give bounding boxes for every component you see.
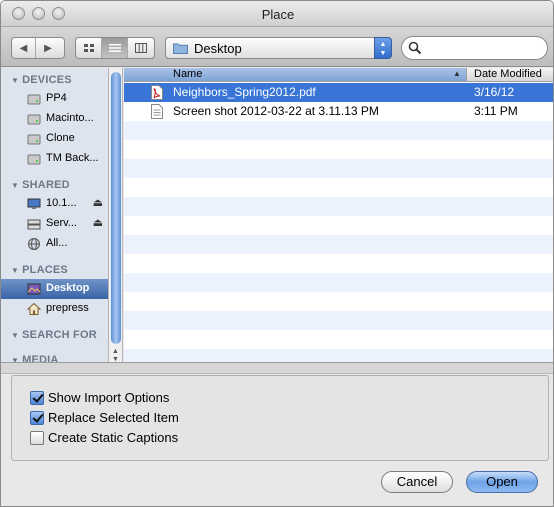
empty-row [124, 197, 553, 216]
empty-row [124, 254, 553, 273]
sidebar: ▼ DEVICES PP4 Macinto... Clone TM Back...… [1, 68, 109, 362]
sidebar-item-all[interactable]: All... [1, 234, 108, 254]
document-icon [151, 104, 163, 119]
toolbar: ◀ ▶ Desktop ▲ ▼ [1, 27, 553, 67]
server-icon [27, 219, 41, 230]
sidebar-section-media[interactable]: ▼ MEDIA [11, 354, 59, 362]
sidebar-item-macintosh[interactable]: Macinto... [1, 109, 108, 129]
eject-icon[interactable]: ⏏ [93, 216, 103, 229]
globe-icon [28, 238, 40, 250]
name-column-header[interactable]: Name [124, 68, 467, 81]
empty-row [124, 178, 553, 197]
sidebar-item-desktop[interactable]: Desktop [1, 279, 108, 299]
date-modified-column-header[interactable]: Date Modified [474, 68, 542, 80]
empty-row [124, 292, 553, 311]
title-bar: Place [1, 1, 553, 27]
sidebar-section-search-for[interactable]: ▼ SEARCH FOR [11, 329, 97, 341]
empty-row [124, 121, 553, 140]
list-view-button[interactable] [102, 38, 128, 58]
hard-drive-icon [27, 134, 41, 145]
hard-drive-icon [27, 94, 41, 105]
forward-button[interactable]: ▶ [36, 38, 60, 58]
eject-icon[interactable]: ⏏ [93, 196, 103, 209]
disclosure-triangle-icon: ▼ [11, 181, 20, 190]
empty-row [124, 311, 553, 330]
back-forward-control: ◀ ▶ [11, 37, 65, 59]
search-icon [408, 41, 422, 55]
sidebar-scrollbar[interactable]: ▲ ▼ [109, 68, 123, 363]
empty-row [124, 273, 553, 292]
view-mode-control [75, 37, 155, 59]
sidebar-section-shared[interactable]: ▼ SHARED [11, 179, 70, 191]
file-list-header: Name ▲ Date Modified [124, 68, 553, 82]
checkbox-checked-icon [30, 411, 44, 425]
columns-icon [135, 43, 147, 53]
sidebar-section-devices[interactable]: ▼ DEVICES [11, 74, 72, 86]
sidebar-item-clone[interactable]: Clone [1, 129, 108, 149]
resize-divider[interactable] [1, 362, 553, 374]
scroll-up-icon[interactable]: ▲ [112, 348, 119, 355]
pdf-icon [151, 85, 163, 100]
open-button[interactable]: Open [466, 471, 538, 493]
search-field[interactable] [401, 36, 548, 60]
file-row[interactable]: Neighbors_Spring2012.pdf 3/16/12 [124, 83, 553, 102]
empty-row [124, 216, 553, 235]
empty-row [124, 159, 553, 178]
disclosure-triangle-icon: ▼ [11, 266, 20, 275]
hard-drive-icon [27, 154, 41, 165]
cancel-button[interactable]: Cancel [381, 471, 453, 493]
sidebar-item-server-ip[interactable]: 10.1... ⏏ [1, 194, 108, 214]
disclosure-triangle-icon: ▼ [11, 76, 20, 85]
forward-arrow-icon: ▶ [44, 42, 52, 54]
popup-arrows-icon: ▲ ▼ [374, 37, 392, 59]
icon-grid-icon [83, 44, 94, 52]
empty-row [124, 330, 553, 349]
location-label: Desktop [194, 41, 242, 56]
network-display-icon [27, 198, 41, 209]
checkbox-unchecked-icon [30, 431, 44, 445]
sidebar-item-prepress[interactable]: prepress [1, 299, 108, 319]
place-dialog: Place ◀ ▶ Desktop ▲ ▼ ▼ DEVICES PP4 Maci… [0, 0, 554, 507]
sidebar-item-tm-backup[interactable]: TM Back... [1, 149, 108, 169]
sidebar-item-server[interactable]: Serv... ⏏ [1, 214, 108, 234]
location-popup[interactable]: Desktop ▲ ▼ [165, 37, 392, 59]
folder-icon [173, 43, 188, 54]
list-lines-icon [108, 44, 121, 52]
column-view-button[interactable] [128, 38, 154, 58]
scrollbar-thumb[interactable] [111, 72, 121, 344]
disclosure-triangle-icon: ▼ [11, 331, 20, 340]
sort-ascending-icon: ▲ [453, 69, 461, 78]
desktop-folder-icon [27, 283, 41, 295]
file-list: Name ▲ Date Modified Neighbors_Spring201… [124, 68, 553, 362]
empty-row [124, 349, 553, 362]
empty-row [124, 140, 553, 159]
import-options-panel: Show Import Options Replace Selected Ite… [11, 375, 549, 461]
icon-view-button[interactable] [76, 38, 102, 58]
sidebar-item-pp4[interactable]: PP4 [1, 89, 108, 109]
home-icon [27, 302, 41, 315]
file-row[interactable]: Screen shot 2012-03-22 at 3.11.13 PM 3:1… [124, 102, 553, 121]
hard-drive-icon [27, 114, 41, 125]
sidebar-section-places[interactable]: ▼ PLACES [11, 264, 68, 276]
back-button[interactable]: ◀ [12, 38, 36, 58]
empty-row [124, 235, 553, 254]
back-arrow-icon: ◀ [19, 42, 28, 54]
window-title: Place [261, 7, 295, 22]
checkbox-checked-icon [30, 391, 44, 405]
